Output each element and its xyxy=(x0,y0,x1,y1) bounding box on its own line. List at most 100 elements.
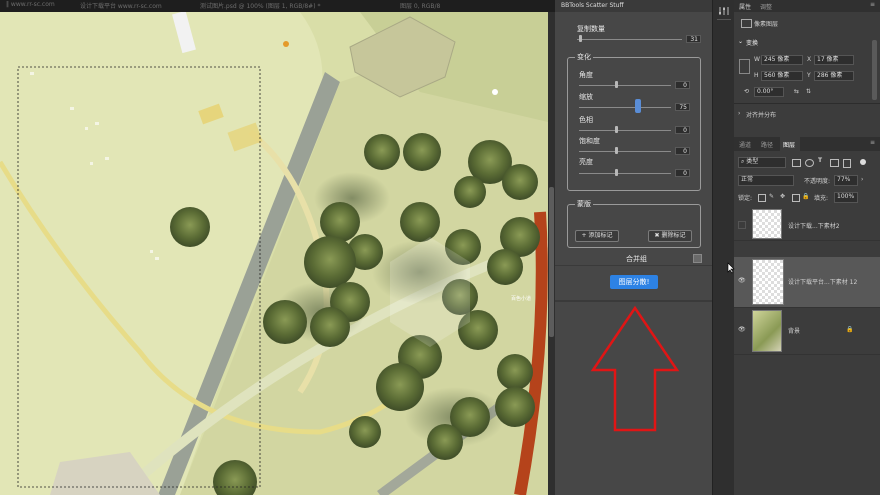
panel-icon-column xyxy=(712,0,735,495)
smart-filter-icon[interactable] xyxy=(843,159,851,168)
mouse-cursor-icon xyxy=(727,262,735,274)
scrollbar-thumb[interactable] xyxy=(549,187,554,337)
visibility-toggle[interactable] xyxy=(738,221,746,229)
scale-value[interactable]: 75 xyxy=(675,103,690,111)
lock-paint-icon[interactable]: ✎ xyxy=(769,193,774,200)
visibility-eye-icon[interactable]: 👁 xyxy=(738,326,746,333)
angle-slider[interactable] xyxy=(579,85,671,86)
opacity-chevron-icon[interactable]: › xyxy=(861,176,863,183)
tab-text-4[interactable]: 图层 0, RGB/8 xyxy=(400,1,440,10)
tab-channels[interactable]: 通道 xyxy=(739,140,751,149)
opacity-label: 不透明度: xyxy=(804,178,831,185)
y-field[interactable]: 286 像素 xyxy=(814,71,854,81)
scale-slider-knob[interactable] xyxy=(635,99,641,113)
visibility-eye-icon[interactable]: 👁 xyxy=(738,277,746,284)
panel-menu-icon[interactable]: ≡ xyxy=(870,1,875,8)
hue-value[interactable]: 0 xyxy=(675,126,690,134)
brightness-value[interactable]: 0 xyxy=(675,169,690,177)
h-label: H xyxy=(754,72,759,79)
flip-horizontal-icon[interactable]: ⇆ xyxy=(794,88,799,95)
tab-text-3[interactable]: 测试图片.psd @ 100% (图层 1, RGB/8#) * xyxy=(200,1,320,10)
lock-artboard-icon[interactable] xyxy=(792,194,800,202)
layer-name[interactable]: 设计下载...下素材2 xyxy=(788,221,840,230)
blend-mode-select[interactable]: 正常 xyxy=(738,175,794,186)
height-field[interactable]: 560 像素 xyxy=(761,71,803,81)
angle-field[interactable]: 0.00° xyxy=(754,87,784,97)
angle-value[interactable]: 0 xyxy=(675,81,690,89)
red-arrow-annotation xyxy=(590,305,680,432)
saturation-slider-knob[interactable] xyxy=(615,147,618,154)
adjust-icon[interactable] xyxy=(718,6,730,16)
divider xyxy=(717,19,731,20)
divider xyxy=(555,265,712,266)
brightness-label: 亮度 xyxy=(579,158,593,166)
angle-slider-knob[interactable] xyxy=(615,81,618,88)
layers-menu-icon[interactable]: ≡ xyxy=(870,139,875,146)
plugin-header: BBTools Scatter Stuff xyxy=(555,0,712,12)
scatter-button[interactable]: 图层分散! xyxy=(610,275,658,289)
lock-all-icon[interactable]: 🔒 xyxy=(802,193,809,200)
fill-field[interactable]: 100% xyxy=(834,192,858,203)
opacity-field[interactable]: 77% xyxy=(834,175,858,186)
layer-thumbnail xyxy=(752,259,784,305)
saturation-value[interactable]: 0 xyxy=(675,147,690,155)
layer-thumbnail xyxy=(752,209,782,239)
x-field[interactable]: 17 像素 xyxy=(814,55,854,65)
filter-toggle-icon[interactable] xyxy=(860,159,866,165)
copies-slider[interactable] xyxy=(577,39,682,40)
merge-label: 合并组 xyxy=(626,255,647,263)
filter-kind: 类型 xyxy=(746,158,759,165)
transform-chevron-icon[interactable]: ⌄ xyxy=(738,38,743,45)
tab-layers[interactable]: 图层 xyxy=(783,140,795,149)
copies-label: 复制数量 xyxy=(577,25,605,33)
layer-row[interactable]: 👁 背景 🔒 xyxy=(734,308,880,355)
add-mark-button[interactable]: + 添加标记 xyxy=(575,230,619,242)
layer-filter-select[interactable]: ⌕ 类型 xyxy=(738,157,786,168)
transform-title: 变换 xyxy=(746,40,759,47)
shape-filter-icon[interactable] xyxy=(830,159,839,167)
variation-title: 变化 xyxy=(575,52,593,62)
properties-scrollbar[interactable] xyxy=(872,40,877,100)
delete-mark-button[interactable]: ✖ 删除标记 xyxy=(648,230,692,242)
layer-row[interactable]: 设计下载...下素材2 xyxy=(734,207,880,241)
y-label: Y xyxy=(807,72,811,79)
tab-adjustments[interactable]: 调整 xyxy=(760,2,772,11)
angle-label: 角度 xyxy=(579,71,593,79)
hue-slider-knob[interactable] xyxy=(615,126,618,133)
brightness-slider-knob[interactable] xyxy=(615,169,618,176)
tab-paths[interactable]: 路径 xyxy=(761,140,773,149)
scale-label: 缩放 xyxy=(579,93,593,101)
document-canvas[interactable]: 百色小道 xyxy=(0,12,548,495)
site-plan-image xyxy=(0,12,548,495)
pixel-filter-icon[interactable] xyxy=(792,159,801,167)
lock-label: 锁定: xyxy=(738,195,753,202)
x-label: X xyxy=(807,56,812,63)
tab-text-2[interactable]: 设计下载平台 www.rr-sc.com xyxy=(80,1,162,10)
layer-name[interactable]: 设计下载平台...下素材 12 xyxy=(788,277,857,286)
align-chevron-icon[interactable]: › xyxy=(738,110,740,117)
merge-checkbox[interactable] xyxy=(693,254,702,263)
layer-name[interactable]: 背景 xyxy=(788,326,800,335)
adjust-filter-icon[interactable] xyxy=(805,159,814,167)
hue-label: 色相 xyxy=(579,116,593,124)
align-title: 对齐并分布 xyxy=(746,112,777,119)
flip-vertical-icon[interactable]: ⇅ xyxy=(806,88,811,95)
layer-row-selected[interactable]: 👁 设计下载平台...下素材 12 xyxy=(734,257,880,308)
fill-label: 填充: xyxy=(814,195,829,202)
tab-properties[interactable]: 属性 xyxy=(739,2,751,11)
width-field[interactable]: 245 像素 xyxy=(761,55,803,65)
scatter-plugin-panel: BBTools Scatter Stuff 复制数量 31 变化 角度 0 缩放… xyxy=(555,0,712,495)
lock-move-icon[interactable]: ✥ xyxy=(780,193,785,200)
type-filter-icon[interactable]: T xyxy=(818,157,822,164)
brightness-slider[interactable] xyxy=(579,173,671,174)
layer-thumbnail xyxy=(752,310,782,352)
canvas-scrollbar[interactable] xyxy=(548,12,555,495)
scale-slider[interactable] xyxy=(579,107,671,108)
link-icon[interactable] xyxy=(739,59,750,74)
saturation-slider[interactable] xyxy=(579,151,671,152)
hue-slider[interactable] xyxy=(579,130,671,131)
copies-slider-knob[interactable] xyxy=(579,35,582,42)
tab-text-1[interactable]: ‖ www.rr-sc.com xyxy=(6,1,55,8)
copies-value[interactable]: 31 xyxy=(686,35,701,43)
lock-transparent-icon[interactable] xyxy=(758,194,766,202)
